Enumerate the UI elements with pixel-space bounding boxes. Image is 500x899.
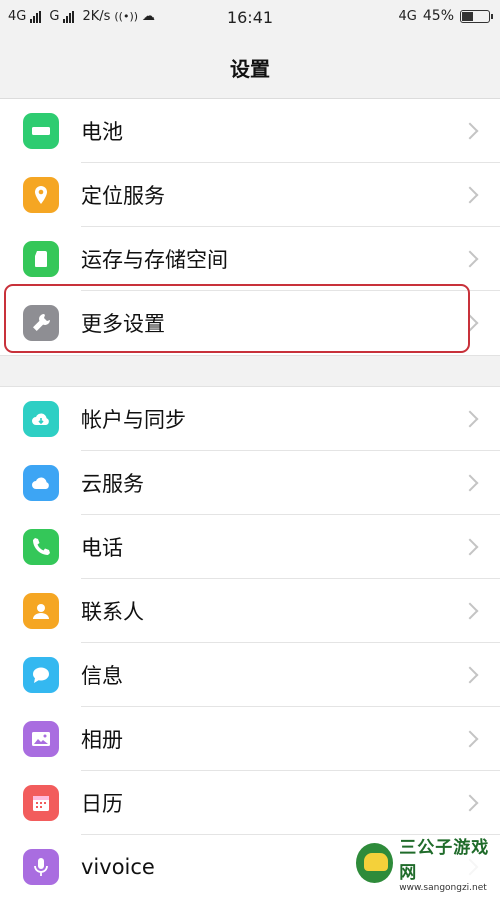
photo-icon: [23, 721, 59, 757]
settings-item-label: 帐户与同步: [81, 408, 186, 432]
settings-item-message[interactable]: 信息: [0, 643, 500, 707]
sd-card-icon: [23, 241, 59, 277]
message-icon: [23, 657, 59, 693]
settings-item-cloud[interactable]: 云服务: [0, 451, 500, 515]
wrench-icon: [23, 305, 59, 341]
settings-item-label: 相册: [81, 728, 123, 752]
settings-item-label: 更多设置: [81, 312, 165, 336]
battery-percent: 45%: [422, 8, 454, 24]
settings-item-label: 日历: [81, 792, 123, 816]
watermark-title: 三公子游戏网: [399, 838, 490, 883]
settings-item-label: 定位服务: [81, 184, 165, 208]
watermark: 三公子游戏网 www.sangongzi.net: [350, 837, 500, 893]
watermark-logo: [356, 843, 394, 883]
microphone-icon: [23, 849, 59, 885]
settings-group: 帐户与同步 云服务 电话 联系人 信息 相册 日历 vivoice: [0, 387, 500, 899]
settings-group: 电池定位服务运存与存储空间 更多设置: [0, 99, 500, 355]
settings-item-label: 联系人: [81, 600, 144, 624]
battery-status-icon: [460, 9, 493, 23]
contact-icon: [23, 593, 59, 629]
settings-item-calendar[interactable]: 日历: [0, 771, 500, 835]
battery-icon: [23, 113, 59, 149]
settings-item-sd-card[interactable]: 运存与存储空间: [0, 227, 500, 291]
network-type: 4G: [398, 8, 417, 24]
settings-item-battery[interactable]: 电池: [0, 99, 500, 163]
settings-item-label: 电池: [81, 120, 123, 144]
settings-item-wrench[interactable]: 更多设置: [0, 291, 500, 355]
status-bar: 4G G 2K/s ((•)) ☁ 16:41 4G 45%: [0, 0, 500, 36]
settings-item-photo[interactable]: 相册: [0, 707, 500, 771]
watermark-url: www.sangongzi.net: [399, 883, 487, 893]
calendar-icon: [23, 785, 59, 821]
page-title: 设置: [0, 36, 500, 99]
settings-item-cloud-sync[interactable]: 帐户与同步: [0, 387, 500, 451]
location-pin-icon: [23, 177, 59, 213]
cloud-sync-icon: [23, 401, 59, 437]
settings-list: 电池 定位服务 运存与存储空间 更多设置 帐户与同步 云服务 电话 联系人 信息 相册 日历 vivo…: [0, 99, 500, 899]
cloud-icon: [23, 465, 59, 501]
section-gap: [0, 355, 500, 387]
settings-item-label: 云服务: [81, 472, 144, 496]
settings-item-label: 运存与存储空间: [81, 248, 228, 272]
settings-item-label: 电话: [81, 536, 123, 560]
settings-item-label: 信息: [81, 664, 123, 688]
settings-item-location-pin[interactable]: 定位服务: [0, 163, 500, 227]
settings-item-contact[interactable]: 联系人: [0, 579, 500, 643]
settings-item-phone[interactable]: 电话: [0, 515, 500, 579]
phone-icon: [23, 529, 59, 565]
